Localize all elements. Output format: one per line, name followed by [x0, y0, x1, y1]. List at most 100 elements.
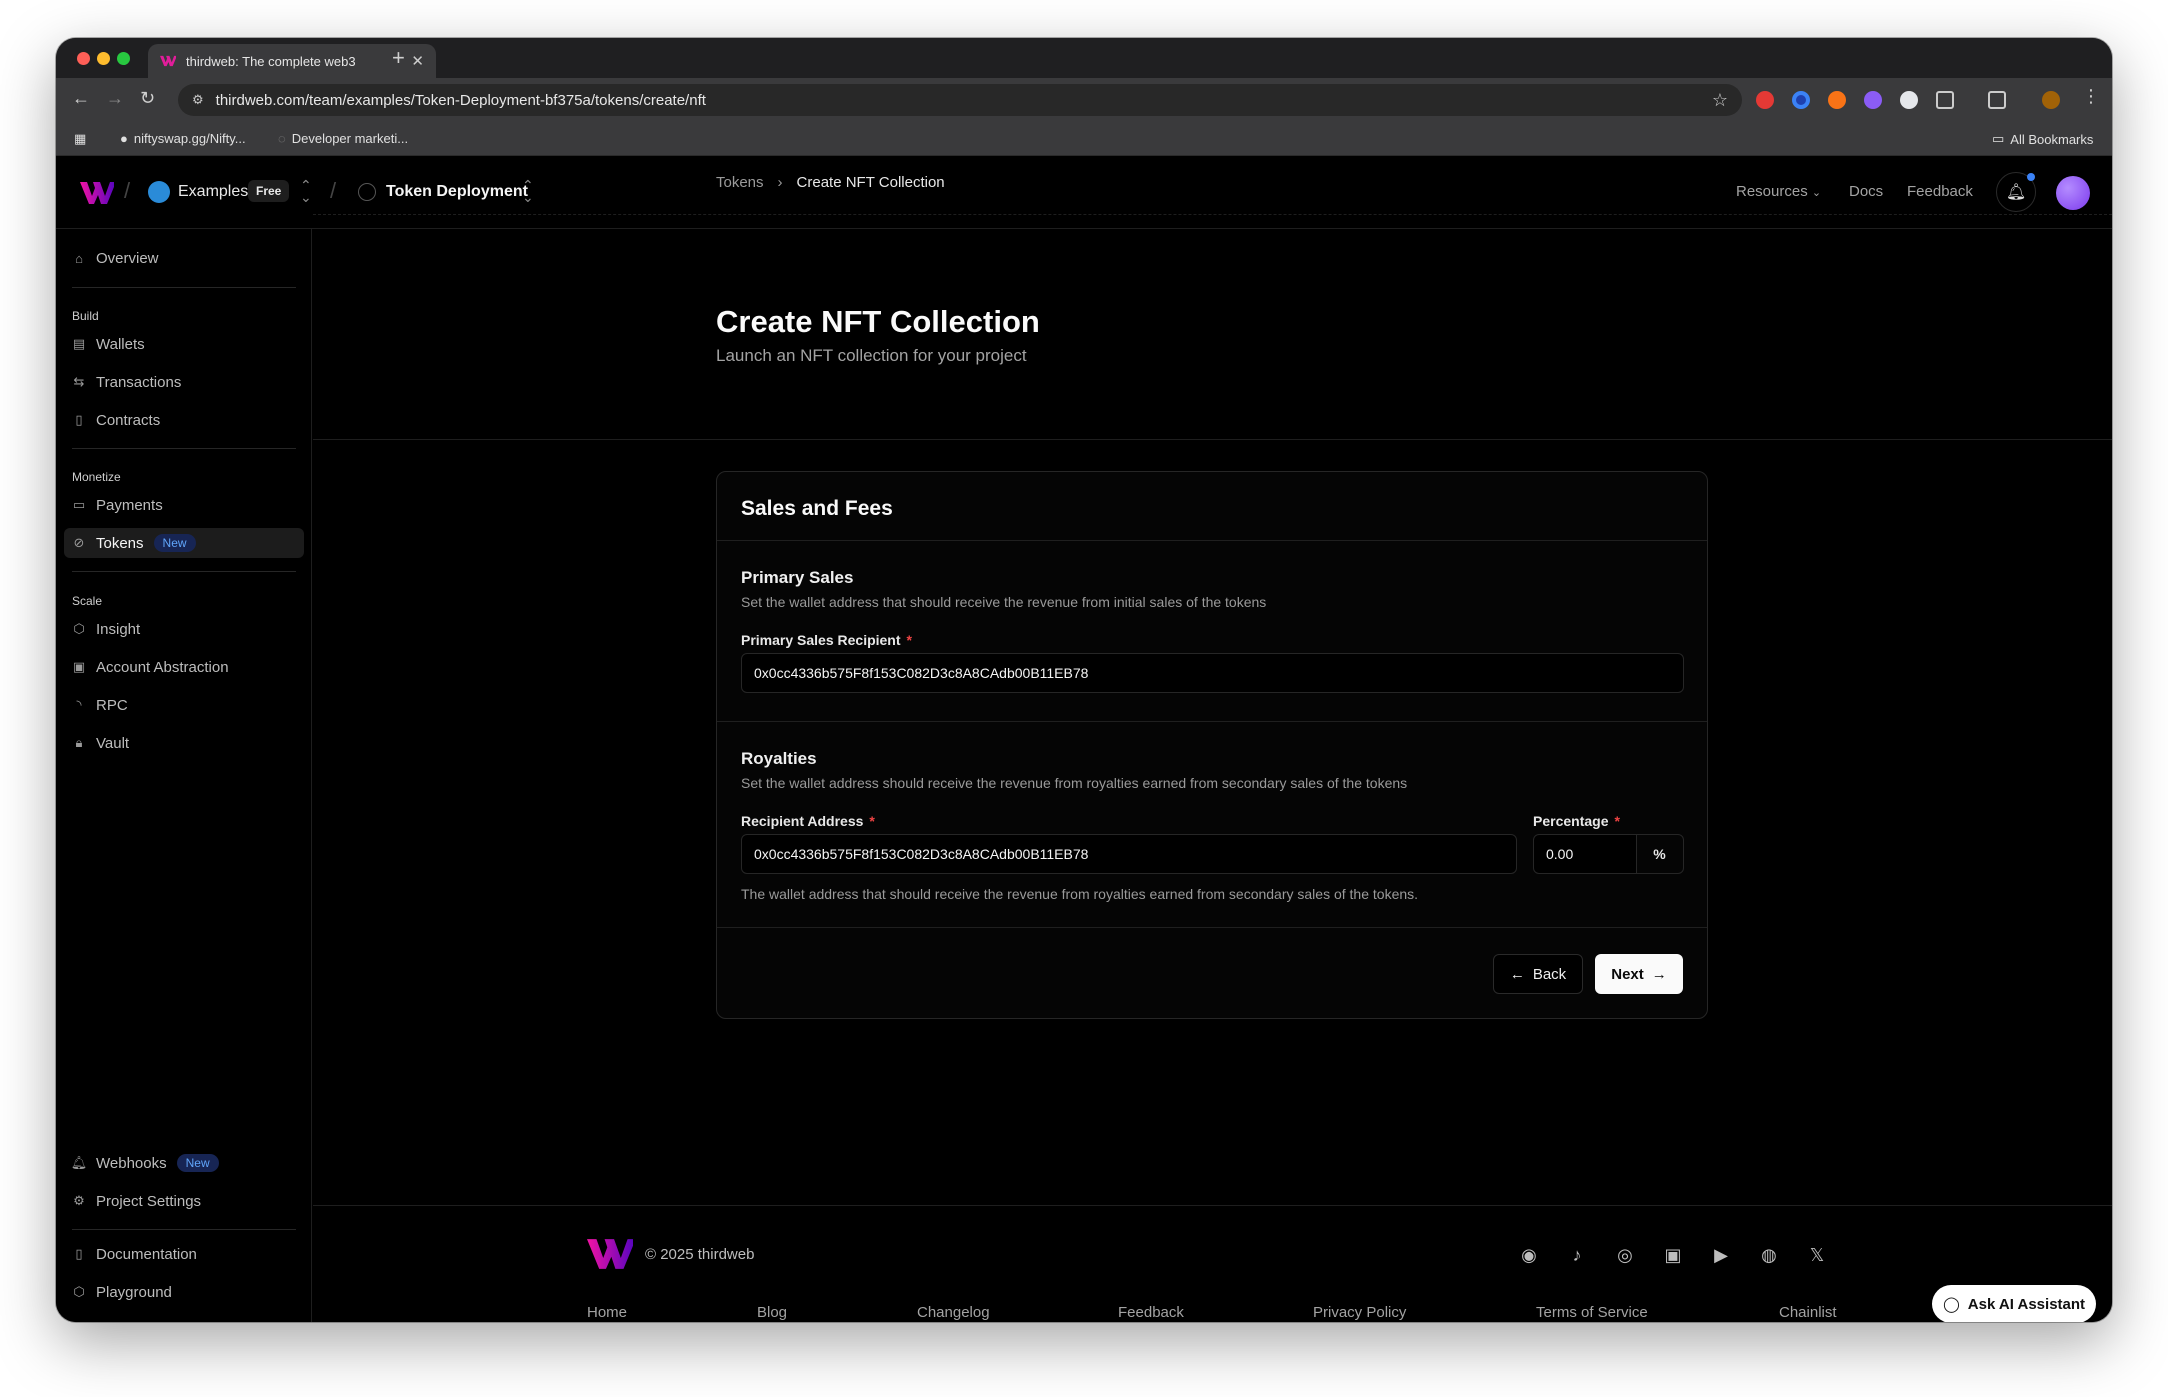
extension-white-icon[interactable]: [1900, 91, 1918, 109]
sidebar-item-label: Transactions: [96, 373, 182, 391]
breadcrumb-current: Create NFT Collection: [796, 174, 945, 191]
folder-icon: ▭: [1992, 131, 2005, 146]
card-divider: [717, 927, 1707, 928]
footer-link-privacy[interactable]: Privacy Policy: [1313, 1304, 1406, 1321]
sidebar-item-overview[interactable]: ⌂ Overview: [64, 243, 304, 273]
sidebar-item-contracts[interactable]: ▯ Contracts: [64, 405, 304, 435]
extension-fox-icon[interactable]: [1828, 91, 1846, 109]
maximize-window-button[interactable]: [117, 52, 130, 65]
team-avatar[interactable]: [148, 181, 170, 203]
profile-icon[interactable]: [2042, 91, 2060, 109]
back-nav-icon[interactable]: ←: [72, 88, 90, 109]
x-icon[interactable]: 𝕏: [1806, 1244, 1828, 1266]
bookmark-label: niftyswap.gg/Nifty...: [133, 131, 246, 146]
close-tab-icon[interactable]: ✕: [411, 52, 424, 70]
royalty-recipient-input[interactable]: [741, 834, 1517, 874]
sidebar-section-monetize: Monetize: [72, 470, 121, 484]
footer-link-changelog[interactable]: Changelog: [917, 1304, 990, 1321]
footer-divider: [313, 1205, 2112, 1206]
sidebar-item-documentation[interactable]: ▯ Documentation: [64, 1239, 304, 1269]
back-button[interactable]: ← Back: [1493, 954, 1583, 994]
breadcrumb-tokens[interactable]: Tokens: [716, 174, 764, 191]
sidebar-item-tokens[interactable]: ⊘ Tokens New: [64, 528, 304, 558]
youtube-icon[interactable]: ▶: [1710, 1244, 1732, 1266]
user-avatar[interactable]: [2056, 176, 2090, 210]
sidebar-item-label: Contracts: [96, 411, 161, 429]
next-button[interactable]: Next →: [1595, 954, 1683, 994]
sidebar-item-vault[interactable]: 🔒︎ Vault: [64, 728, 304, 758]
sidebar-section-scale: Scale: [72, 594, 103, 608]
lock-icon: 🔒︎: [75, 735, 83, 750]
footer-link-terms[interactable]: Terms of Service: [1536, 1304, 1648, 1321]
chat-bubble-icon: ◯: [1942, 1296, 1960, 1313]
linkedin-icon[interactable]: ▣: [1662, 1244, 1684, 1266]
browser-toolbar: ← → ↻ ⚙ thirdweb.com/team/examples/Token…: [56, 78, 2112, 122]
top-navigation: / Examples Free ⌃ ⌄ / Token Deployment ⌃ ⌄…: [56, 156, 2112, 229]
sidebar-item-wallets[interactable]: ▤ Wallets: [64, 329, 304, 359]
instagram-icon[interactable]: ◎: [1614, 1244, 1636, 1266]
docs-link[interactable]: Docs: [1849, 183, 1883, 200]
resources-menu[interactable]: Resources ⌄: [1736, 183, 1821, 200]
all-bookmarks[interactable]: ▭ All Bookmarks: [1992, 131, 2093, 147]
footer-link-feedback[interactable]: Feedback: [1118, 1304, 1184, 1321]
extension-blue-icon[interactable]: [1792, 91, 1810, 109]
sidebar-item-playground[interactable]: ⬡ Playground: [64, 1277, 304, 1307]
browser-menu-icon[interactable]: ⋮: [2082, 86, 2100, 107]
bookmark-developer[interactable]: ◌ Developer marketi...: [278, 131, 408, 146]
arrows-exchange-icon: ⇆: [73, 374, 85, 389]
team-name[interactable]: Examples: [178, 183, 248, 201]
sidebar-item-label: Account Abstraction: [96, 658, 229, 676]
github-icon[interactable]: ◉: [1518, 1244, 1540, 1266]
ai-button-label: Ask AI Assistant: [1967, 1295, 2086, 1313]
tiktok-icon[interactable]: ♪: [1566, 1244, 1588, 1266]
sidebar-item-transactions[interactable]: ⇆ Transactions: [64, 367, 304, 397]
sidebar-item-insight[interactable]: ⬡ Insight: [64, 614, 304, 644]
tab-title: thirdweb: The complete web3: [186, 53, 356, 69]
forward-nav-icon[interactable]: →: [106, 88, 124, 109]
minimize-window-button[interactable]: [97, 52, 110, 65]
sidebar-item-payments[interactable]: ▭ Payments: [64, 490, 304, 520]
label-text: Percentage: [1533, 813, 1609, 829]
footer-link-blog[interactable]: Blog: [757, 1304, 787, 1321]
cube-insight-icon: ⬡: [73, 621, 85, 636]
new-tab-button[interactable]: +: [392, 45, 405, 71]
primary-sales-recipient-input[interactable]: [741, 653, 1684, 693]
sidebar-item-label: Documentation: [96, 1245, 197, 1263]
percentage-label: Percentage *: [1533, 813, 1620, 829]
extension-purple-icon[interactable]: [1864, 91, 1882, 109]
spinner-icon: ◌: [278, 131, 286, 146]
cast-icon[interactable]: [1988, 91, 2006, 109]
thirdweb-logo-icon[interactable]: [80, 182, 114, 204]
reddit-icon[interactable]: ◍: [1758, 1244, 1780, 1266]
bookmark-star-icon[interactable]: ☆: [1712, 90, 1728, 111]
reload-icon[interactable]: ↻: [140, 88, 155, 109]
sidebar-divider: [72, 1229, 296, 1230]
project-switcher-chevron-icon[interactable]: ⌃ ⌄: [522, 178, 534, 204]
extension-red-icon[interactable]: [1756, 91, 1774, 109]
site-settings-icon[interactable]: ⚙: [192, 92, 204, 108]
chevron-down-icon: ⌄: [1811, 187, 1822, 199]
extensions-puzzle-icon[interactable]: [1936, 91, 1954, 109]
sidebar-item-rpc[interactable]: ◝ RPC: [64, 690, 304, 720]
address-bar[interactable]: ⚙ thirdweb.com/team/examples/Token-Deplo…: [178, 84, 1742, 116]
tab-bar: thirdweb: The complete web3 ✕ +: [56, 38, 2112, 78]
royalty-percentage-input[interactable]: [1533, 834, 1637, 874]
close-window-button[interactable]: [77, 52, 90, 65]
sales-fees-card: Sales and Fees Primary Sales Set the wal…: [716, 471, 1708, 1019]
sidebar-item-account-abstraction[interactable]: ▣ Account Abstraction: [64, 652, 304, 682]
footer-link-home[interactable]: Home: [587, 1304, 627, 1321]
sidebar-item-project-settings[interactable]: ⚙ Project Settings: [64, 1186, 304, 1216]
wallet-icon: ▤: [72, 336, 86, 351]
team-switcher-chevron-icon[interactable]: ⌃ ⌄: [300, 178, 312, 204]
ask-ai-assistant-button[interactable]: ◯ Ask AI Assistant: [1932, 1285, 2096, 1322]
feedback-link[interactable]: Feedback: [1907, 183, 1973, 200]
thirdweb-footer-logo-icon[interactable]: [587, 1239, 633, 1269]
thirdweb-favicon-icon: [160, 55, 176, 67]
bookmarks-bar: ▦ ● niftyswap.gg/Nifty... ◌ Developer ma…: [56, 122, 2112, 156]
sidebar-item-webhooks[interactable]: 🔔︎ Webhooks New: [64, 1148, 304, 1178]
footer-link-chainlist[interactable]: Chainlist: [1779, 1304, 1837, 1321]
apps-grid-icon[interactable]: ▦: [74, 131, 86, 147]
bookmark-niftyswap[interactable]: ● niftyswap.gg/Nifty...: [120, 131, 246, 146]
sidebar-item-label: Payments: [96, 496, 163, 514]
project-name[interactable]: Token Deployment: [386, 183, 528, 201]
